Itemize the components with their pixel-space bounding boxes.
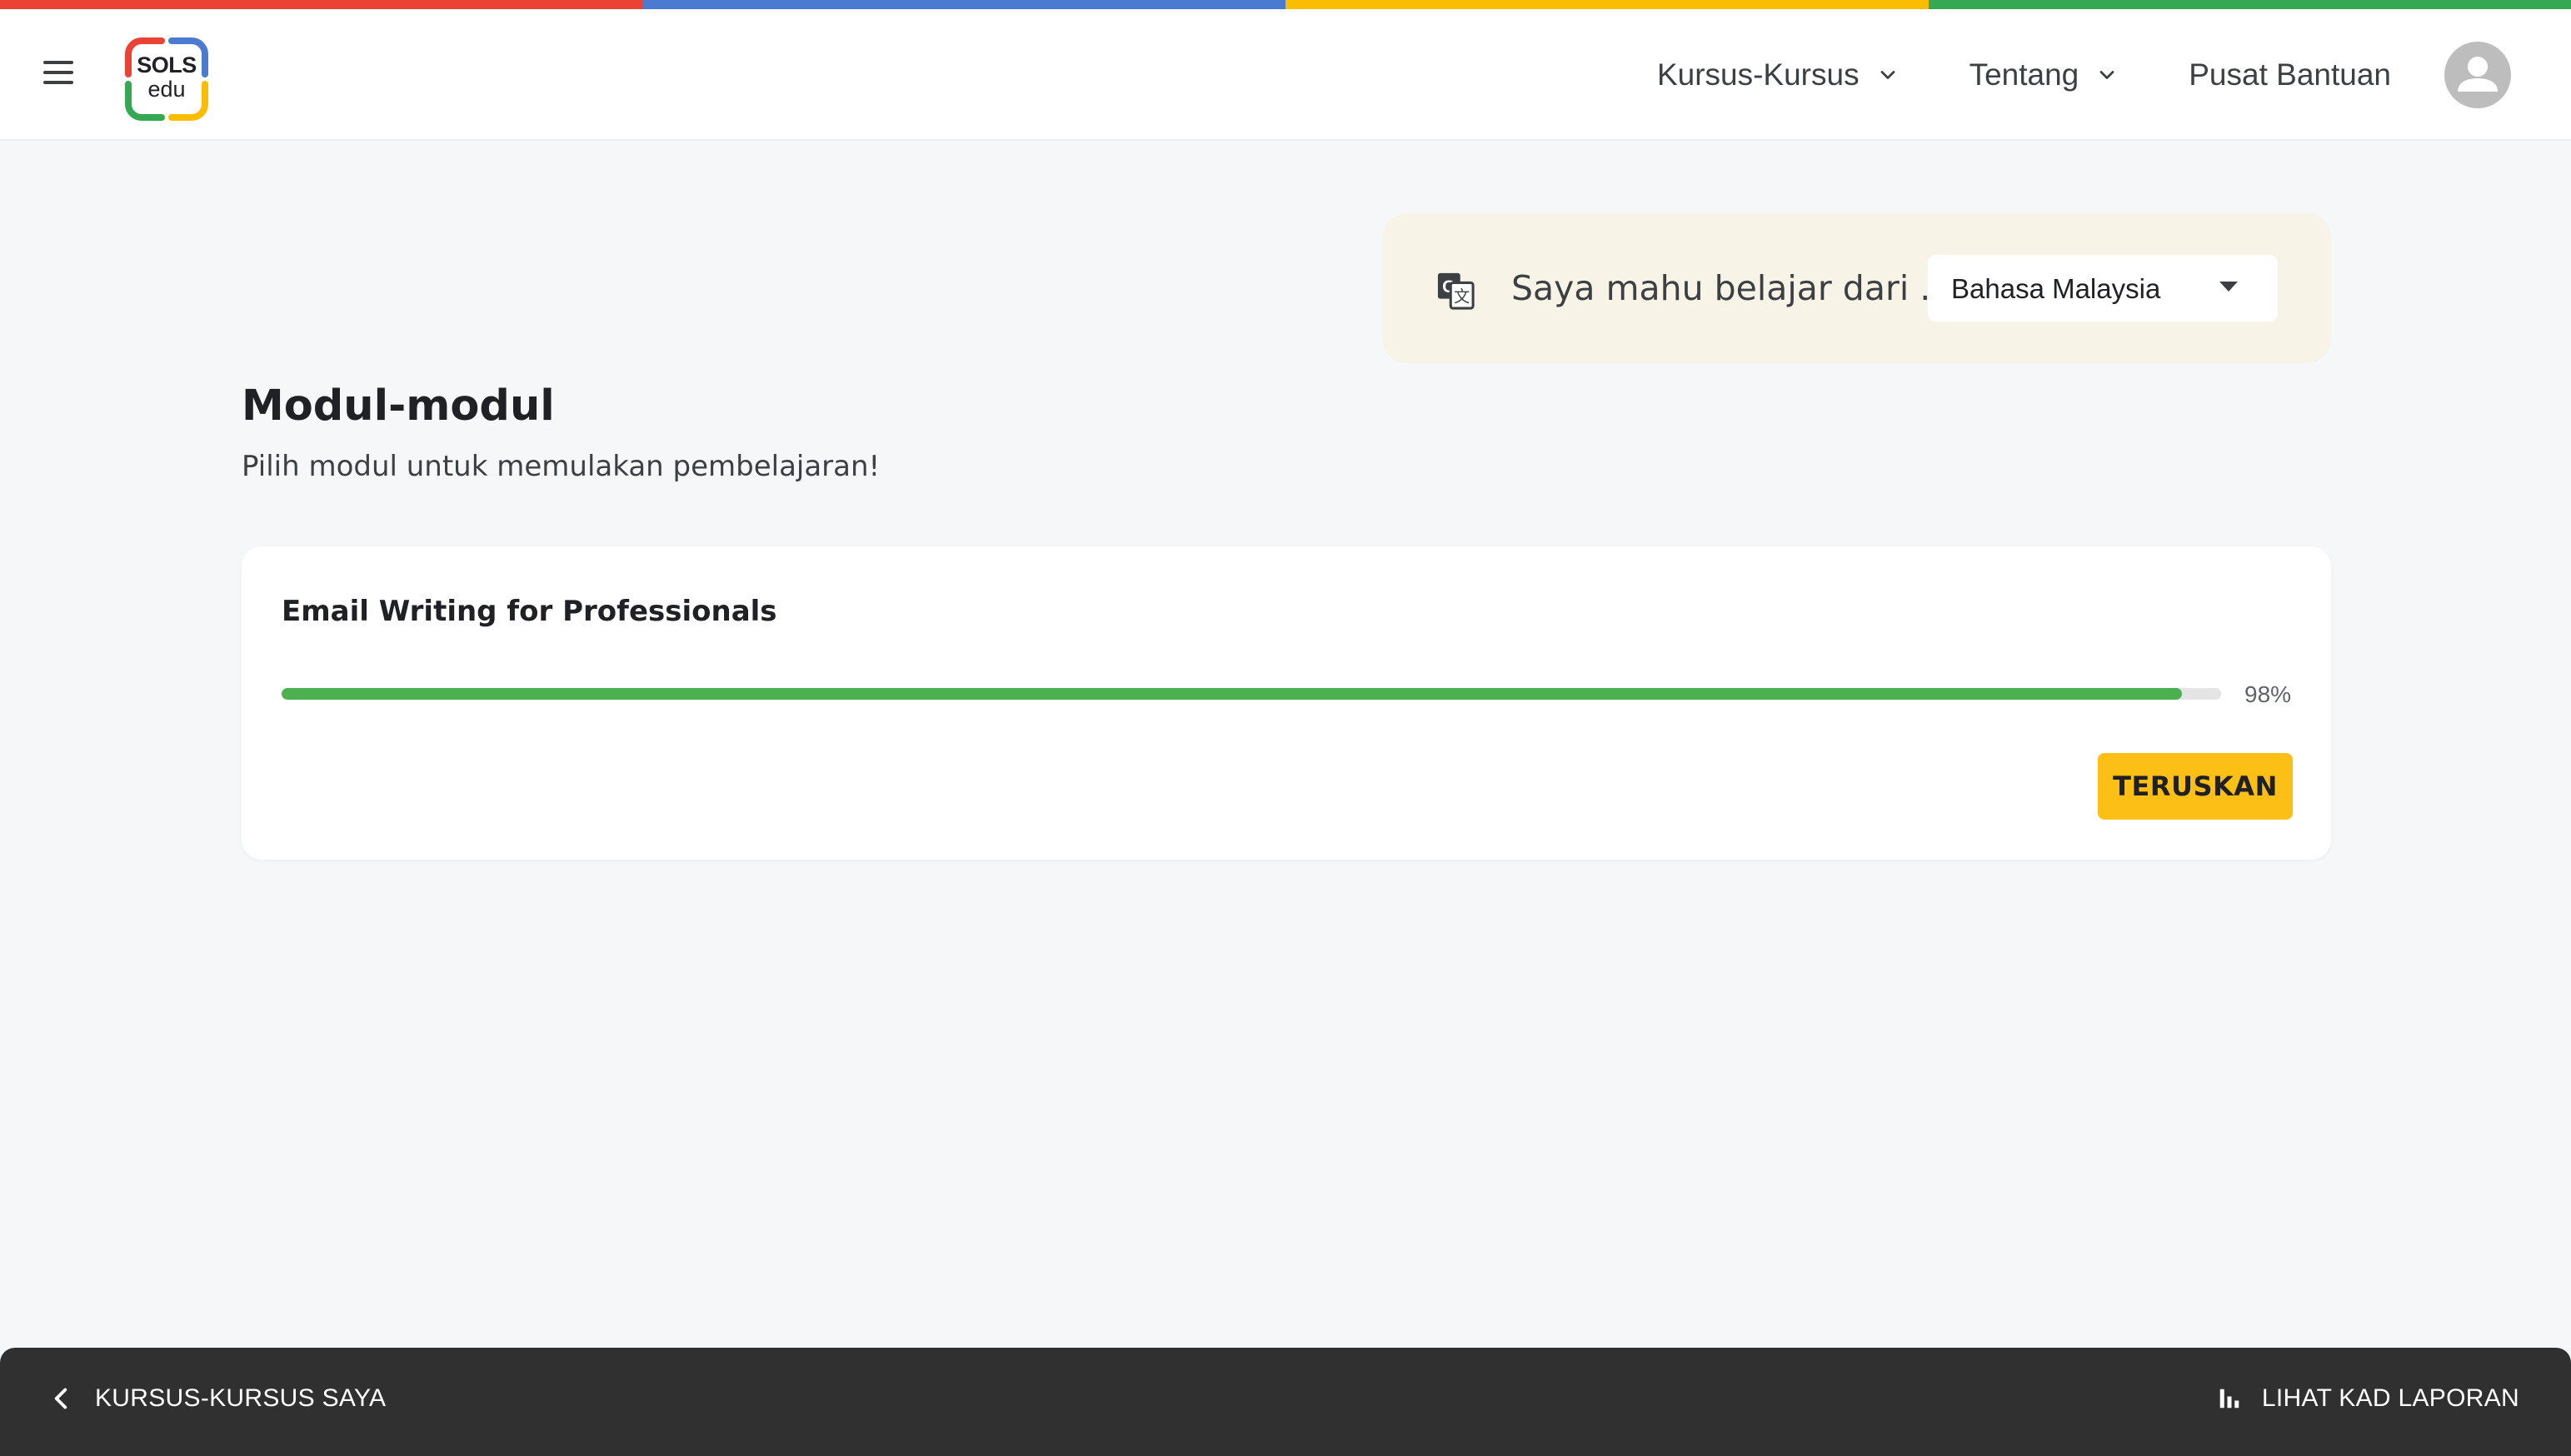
- dropdown-arrow-icon: [2219, 282, 2238, 292]
- nav-courses-label: Kursus-Kursus: [1656, 57, 1860, 92]
- nav-about[interactable]: Tentang: [1969, 57, 2119, 92]
- my-courses-label: KURSUS-KURSUS SAYA: [95, 1384, 387, 1412]
- top-color-strip: [0, 0, 2571, 9]
- view-report-card-label: LIHAT KAD LAPORAN: [2261, 1384, 2519, 1412]
- strip-red: [0, 0, 643, 9]
- app-header: SOLS edu Kursus-Kursus Tentang Pusat Ban…: [0, 9, 2571, 141]
- language-dropdown[interactable]: Bahasa Malaysia: [1928, 255, 2278, 322]
- page-title: Modul-modul: [242, 381, 555, 431]
- module-progress-label: 98%: [2244, 681, 2292, 707]
- nav-courses[interactable]: Kursus-Kursus: [1657, 57, 1900, 92]
- chevron-down-icon: [1880, 71, 1895, 79]
- nav-about-label: Tentang: [1969, 57, 2079, 92]
- page-subtitle: Pilih modul untuk memulakan pembelajaran…: [242, 450, 881, 483]
- svg-text:文: 文: [1454, 287, 1470, 306]
- module-progress-bar: [282, 688, 2221, 700]
- logo-line-2: edu: [147, 77, 186, 102]
- strip-blue: [642, 0, 1286, 9]
- nav-help-center[interactable]: Pusat Bantuan: [2189, 57, 2391, 92]
- chevron-left-icon: [54, 1388, 67, 1409]
- my-courses-back-link[interactable]: KURSUS-KURSUS SAYA: [52, 1384, 386, 1413]
- bottom-action-bar: KURSUS-KURSUS SAYA LIHAT KAD LAPORAN: [0, 1348, 2571, 1456]
- language-prompt-label: Saya mahu belajar dari ...: [1511, 268, 1953, 308]
- logo-line-1: SOLS: [137, 52, 197, 77]
- top-nav: Kursus-Kursus Tentang Pusat Bantuan: [1657, 9, 2571, 141]
- module-title: Email Writing for Professionals: [282, 595, 777, 628]
- nav-help-center-label: Pusat Bantuan: [2189, 57, 2391, 92]
- module-card: Email Writing for Professionals 98% TERU…: [242, 546, 2331, 860]
- language-selector-panel: G 文 Saya mahu belajar dari ... Bahasa Ma…: [1383, 213, 2331, 363]
- continue-button[interactable]: TERUSKAN: [2098, 753, 2293, 820]
- user-avatar-icon[interactable]: [2444, 42, 2511, 108]
- hamburger-menu-icon[interactable]: [40, 57, 77, 87]
- translate-icon: G 文: [1437, 272, 1475, 310]
- chevron-down-icon: [2099, 71, 2114, 79]
- view-report-card-link[interactable]: LIHAT KAD LAPORAN: [2217, 1384, 2519, 1413]
- strip-green: [1928, 0, 2571, 9]
- bar-chart-icon: [2219, 1389, 2239, 1409]
- language-dropdown-value: Bahasa Malaysia: [1951, 273, 2161, 304]
- module-progress-fill: [282, 688, 2183, 700]
- sols-edu-logo[interactable]: SOLS edu: [123, 36, 210, 122]
- avatar-silhouette-icon: [2458, 57, 2498, 92]
- logo-text: SOLS edu: [123, 54, 210, 101]
- strip-yellow: [1286, 0, 1929, 9]
